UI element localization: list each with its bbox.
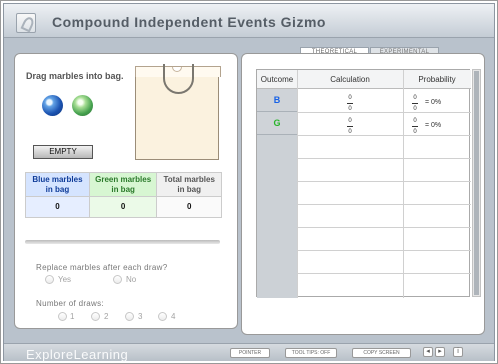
footer-bar: ExploreLearning POINTER TOOL TIPS: OFF C… bbox=[4, 343, 494, 362]
row-divider bbox=[297, 227, 471, 228]
draws-3-label: 3 bbox=[138, 312, 143, 321]
number-of-draws-label: Number of draws: bbox=[36, 299, 104, 308]
results-header-row: Outcome Calculation Probability bbox=[257, 70, 471, 89]
pointer-button[interactable]: POINTER bbox=[230, 348, 270, 358]
outcome-header: Outcome bbox=[260, 75, 294, 84]
outcome-green: G bbox=[257, 112, 297, 135]
blue-marble[interactable] bbox=[42, 95, 63, 116]
draws-1-label: 1 bbox=[70, 312, 75, 321]
calculation-blue-fraction: 00 bbox=[341, 95, 359, 112]
copy-screen-button[interactable]: COPY SCREEN bbox=[352, 348, 411, 358]
probability-green-numerator: 0 bbox=[413, 118, 417, 124]
total-marbles-value: 0 bbox=[156, 196, 222, 218]
results-scrollbar[interactable] bbox=[472, 69, 481, 297]
row-divider bbox=[297, 112, 471, 113]
row-divider bbox=[297, 273, 471, 274]
draws-4-label: 4 bbox=[171, 312, 176, 321]
column-divider bbox=[403, 70, 404, 298]
brand-logo: ExploreLearning bbox=[26, 347, 129, 362]
probability-header: Probability bbox=[418, 75, 456, 84]
green-marbles-value: 0 bbox=[88, 196, 158, 218]
draws-3-radio[interactable] bbox=[125, 312, 134, 321]
draws-4-radio[interactable] bbox=[158, 312, 167, 321]
row-divider bbox=[297, 135, 471, 136]
row-divider bbox=[297, 158, 471, 159]
row-divider bbox=[297, 250, 471, 251]
window-frame: Compound Independent Events Gizmo Drag m… bbox=[0, 0, 498, 364]
calculation-green-numerator: 0 bbox=[348, 118, 352, 124]
section-divider bbox=[25, 240, 220, 244]
green-marbles-header: Green marbles in bag bbox=[88, 172, 158, 197]
draws-2-radio[interactable] bbox=[91, 312, 100, 321]
calculation-header: Calculation bbox=[330, 75, 370, 84]
column-divider bbox=[297, 70, 298, 298]
gizmo-window: Compound Independent Events Gizmo Drag m… bbox=[3, 3, 495, 362]
fraction-bar bbox=[412, 126, 418, 127]
tool-tips-button[interactable]: TOOL TIPS: OFF bbox=[285, 348, 337, 358]
blue-marbles-header: Blue marbles in bag bbox=[25, 172, 90, 197]
replace-no-radio[interactable] bbox=[113, 275, 122, 284]
draws-1-radio[interactable] bbox=[58, 312, 67, 321]
draws-2-label: 2 bbox=[104, 312, 109, 321]
outcome-blue: B bbox=[257, 89, 297, 112]
results-table: Outcome Calculation Probability B 00 00 … bbox=[256, 69, 471, 298]
row-divider bbox=[297, 181, 471, 182]
scrollbar-thumb[interactable] bbox=[474, 71, 479, 295]
next-icon[interactable]: ▸ bbox=[435, 347, 445, 357]
calculation-blue-denominator: 0 bbox=[348, 106, 352, 112]
probability-blue-value: = 0% bbox=[425, 99, 442, 106]
probability-blue-numerator: 0 bbox=[413, 95, 417, 101]
row-divider bbox=[297, 204, 471, 205]
page-title: Compound Independent Events Gizmo bbox=[52, 14, 326, 30]
title-bar: Compound Independent Events Gizmo bbox=[4, 4, 494, 38]
blue-marbles-value: 0 bbox=[25, 196, 90, 218]
empty-button[interactable]: EMPTY bbox=[33, 145, 93, 159]
replace-yes-radio[interactable] bbox=[45, 275, 54, 284]
calculation-green-denominator: 0 bbox=[348, 129, 352, 135]
probability-blue-fraction: 00 bbox=[406, 95, 424, 112]
probability-green-denominator: 0 bbox=[413, 129, 417, 135]
probability-blue-denominator: 0 bbox=[413, 106, 417, 112]
left-controls-panel: Drag marbles into bag. EMPTY Blue marble… bbox=[14, 53, 238, 329]
probability-green-fraction: 00 bbox=[406, 118, 424, 135]
previous-icon[interactable]: ◂ bbox=[423, 347, 433, 357]
fraction-bar bbox=[347, 103, 353, 104]
info-icon[interactable]: i bbox=[453, 347, 463, 357]
calculation-green-fraction: 00 bbox=[341, 118, 359, 135]
replace-marbles-label: Replace marbles after each draw? bbox=[36, 263, 168, 272]
fraction-bar bbox=[412, 103, 418, 104]
replace-yes-label: Yes bbox=[58, 275, 72, 284]
calculation-blue-numerator: 0 bbox=[348, 95, 352, 101]
total-marbles-header: Total marbles in bag bbox=[156, 172, 222, 197]
green-marble[interactable] bbox=[72, 95, 93, 116]
gizmo-logo-icon bbox=[16, 13, 36, 33]
replace-no-label: No bbox=[126, 275, 137, 284]
fraction-bar bbox=[347, 126, 353, 127]
marble-count-table: Blue marbles in bag Green marbles in bag… bbox=[25, 172, 222, 218]
probability-green-value: = 0% bbox=[425, 122, 442, 129]
drag-instruction: Drag marbles into bag. bbox=[26, 71, 124, 81]
marble-bag[interactable] bbox=[135, 64, 221, 160]
